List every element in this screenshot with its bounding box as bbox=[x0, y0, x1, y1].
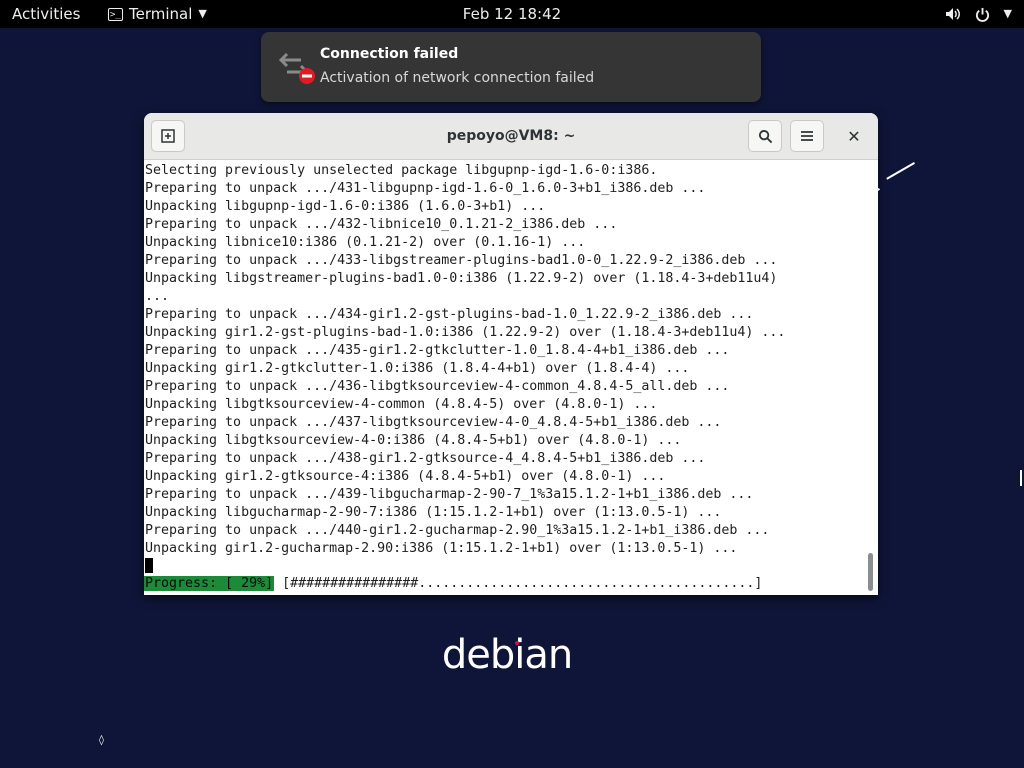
power-icon bbox=[975, 7, 989, 22]
header-bar[interactable]: pepoyo@VM8: ~ ✕ bbox=[144, 113, 878, 160]
search-button[interactable] bbox=[748, 120, 782, 152]
new-tab-icon bbox=[161, 129, 175, 143]
notification-banner[interactable]: Connection failed Activation of network … bbox=[261, 32, 761, 102]
terminal-line: Unpacking libgtksourceview-4-0:i386 (4.8… bbox=[145, 433, 682, 448]
terminal-line: Preparing to unpack .../436-libgtksource… bbox=[145, 379, 730, 394]
terminal-line: Preparing to unpack .../431-libgupnp-igd… bbox=[145, 181, 706, 196]
terminal-line: Preparing to unpack .../435-gir1.2-gtkcl… bbox=[145, 343, 730, 358]
close-button[interactable]: ✕ bbox=[842, 120, 866, 152]
terminal-app-icon: >_ bbox=[108, 7, 123, 21]
terminal-line: Unpacking libgucharmap-2-90-7:i386 (1:15… bbox=[145, 505, 722, 520]
text-cursor bbox=[145, 558, 153, 573]
terminal-line: Unpacking gir1.2-gst-plugins-bad-1.0:i38… bbox=[145, 325, 786, 340]
terminal-line: Preparing to unpack .../439-libgucharmap… bbox=[145, 487, 754, 502]
terminal-line: Unpacking libgtksourceview-4-common (4.8… bbox=[145, 397, 658, 412]
terminal-line: Unpacking gir1.2-gtksource-4:i386 (4.8.4… bbox=[145, 469, 666, 484]
terminal-line: Preparing to unpack .../434-gir1.2-gst-p… bbox=[145, 307, 754, 322]
close-icon: ✕ bbox=[847, 126, 861, 146]
terminal-output[interactable]: Selecting previously unselected package … bbox=[144, 160, 866, 595]
clock-label[interactable]: Feb 12 18:42 bbox=[463, 5, 561, 23]
wallpaper-streak bbox=[886, 162, 915, 180]
debian-logo: debian bbox=[0, 632, 1014, 678]
system-menu[interactable]: ▼ bbox=[945, 0, 1012, 28]
terminal-line: Preparing to unpack .../440-gir1.2-gucha… bbox=[145, 523, 770, 538]
terminal-line: ... bbox=[145, 289, 170, 304]
mouse-icon: ◊ bbox=[99, 735, 104, 746]
volume-icon bbox=[945, 8, 960, 20]
debian-logo-dot bbox=[515, 641, 519, 645]
terminal-line: Selecting previously unselected package … bbox=[145, 163, 658, 178]
terminal-line: Unpacking libgstreamer-plugins-bad1.0-0:… bbox=[145, 271, 778, 286]
terminal-line: Unpacking gir1.2-gtkclutter-1.0:i386 (1.… bbox=[145, 361, 690, 376]
scrollbar[interactable] bbox=[868, 553, 873, 591]
terminal-line: Preparing to unpack .../438-gir1.2-gtkso… bbox=[145, 451, 706, 466]
chevron-down-icon: ▼ bbox=[1003, 7, 1012, 20]
debian-logo-text: debian bbox=[441, 632, 573, 678]
terminal-line: Unpacking libnice10:i386 (0.1.21-2) over… bbox=[145, 235, 586, 250]
notification-title: Connection failed bbox=[320, 46, 459, 62]
terminal-line: Preparing to unpack .../433-libgstreamer… bbox=[145, 253, 778, 268]
search-icon bbox=[758, 129, 772, 143]
progress-label: Progress: [ 29%] bbox=[144, 576, 275, 591]
terminal-line: Unpacking gir1.2-gucharmap-2.90:i386 (1:… bbox=[145, 541, 738, 556]
activities-button[interactable]: Activities bbox=[12, 0, 80, 28]
app-menu[interactable]: >_ Terminal ▼ bbox=[108, 0, 207, 28]
chevron-down-icon: ▼ bbox=[198, 7, 207, 20]
progress-line: Progress: [ 29%] [################......… bbox=[144, 575, 762, 593]
notification-body: Activation of network connection failed bbox=[320, 70, 595, 86]
new-tab-button[interactable] bbox=[151, 120, 185, 152]
progress-bar-text: [################.......................… bbox=[282, 576, 763, 591]
network-error-icon bbox=[278, 52, 315, 84]
top-bar: Activities >_ Terminal ▼ Feb 12 18:42 ▼ bbox=[0, 0, 1024, 28]
text-pointer-icon bbox=[1020, 470, 1022, 486]
hamburger-menu-icon bbox=[801, 131, 813, 141]
terminal-line: Preparing to unpack .../432-libnice10_0.… bbox=[145, 217, 618, 232]
menu-button[interactable] bbox=[790, 120, 824, 152]
terminal-line: Preparing to unpack .../437-libgtksource… bbox=[145, 415, 722, 430]
terminal-window: pepoyo@VM8: ~ ✕ Selecting previously uns… bbox=[144, 113, 878, 595]
app-menu-label: Terminal bbox=[129, 5, 193, 23]
terminal-line: Unpacking libgupnp-igd-1.6-0:i386 (1.6.0… bbox=[145, 199, 546, 214]
